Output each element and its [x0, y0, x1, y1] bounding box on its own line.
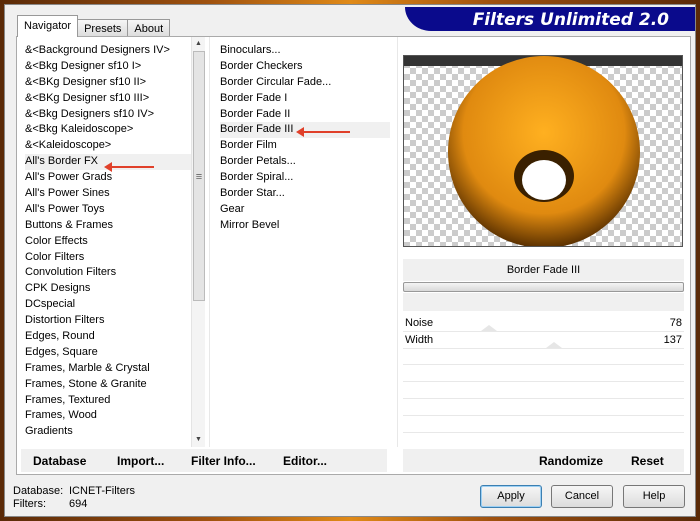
editor-button[interactable]: Editor... [283, 454, 327, 468]
empty-param-row [403, 417, 684, 433]
category-item[interactable]: Edges, Square [25, 345, 195, 361]
scroll-up-icon[interactable]: ▲ [192, 37, 205, 51]
param-header-gap [403, 293, 684, 311]
param-width-slider[interactable]: Width 137 [403, 332, 684, 349]
filters-label: Filters: [13, 498, 46, 510]
slider-thumb[interactable] [545, 342, 562, 348]
tab-presets[interactable]: Presets [77, 19, 129, 37]
param-value: 78 [669, 317, 682, 329]
tab-about[interactable]: About [127, 19, 171, 37]
filter-item[interactable]: Border Checkers [220, 59, 390, 75]
category-item[interactable]: &<Kaleidoscope> [25, 138, 195, 154]
slider-thumb[interactable] [480, 325, 497, 331]
filter-item[interactable]: Border Film [220, 138, 390, 154]
reset-button[interactable]: Reset [631, 454, 664, 468]
filter-item[interactable]: Gear [220, 202, 390, 218]
category-item[interactable]: Gradients [25, 424, 195, 440]
navigator-panel: &<Background Designers IV> &<Bkg Designer… [16, 36, 691, 475]
help-button[interactable]: Help [623, 485, 685, 508]
category-item[interactable]: Frames, Wood [25, 408, 195, 424]
param-label: Noise [405, 317, 434, 329]
app-logo-title: Filters Unlimited 2.0 [405, 7, 695, 31]
scroll-thumb[interactable]: ≡ [193, 51, 205, 301]
filter-item[interactable]: Border Star... [220, 186, 390, 202]
filter-item[interactable]: Border Fade I [220, 91, 390, 107]
category-item[interactable]: &<Bkg Kaleidoscope> [25, 122, 195, 138]
param-label: Width [405, 334, 434, 346]
filter-item[interactable]: Mirror Bevel [220, 218, 390, 234]
category-item[interactable]: All's Power Toys [25, 202, 195, 218]
empty-param-row [403, 383, 684, 399]
filters-unlimited-dialog: Navigator Presets About Filters Unlimite… [4, 4, 696, 517]
category-item[interactable]: Buttons & Frames [25, 218, 195, 234]
category-scrollbar[interactable]: ▲ ≡ ▼ [191, 37, 205, 447]
category-item[interactable]: Frames, Marble & Crystal [25, 361, 195, 377]
database-value: ICNET-Filters [69, 485, 135, 497]
filter-item[interactable]: Border Petals... [220, 154, 390, 170]
empty-param-row [403, 400, 684, 416]
database-label: Database: [13, 485, 64, 497]
category-item[interactable]: &<Background Designers IV> [25, 43, 195, 59]
cancel-button[interactable]: Cancel [551, 485, 613, 508]
red-arrow-annotation [296, 127, 350, 137]
category-item[interactable]: Color Filters [25, 250, 195, 266]
preview-image [404, 56, 682, 246]
category-item[interactable]: DCspecial [25, 297, 195, 313]
params-button-bar: Randomize Reset [403, 449, 684, 472]
scroll-down-icon[interactable]: ▼ [192, 433, 205, 447]
category-item[interactable]: &<Bkg Designers sf10 IV> [25, 107, 195, 123]
filter-item[interactable]: Binoculars... [220, 43, 390, 59]
category-item[interactable]: &<BKg Designer sf10 III> [25, 91, 195, 107]
category-item[interactable]: All's Power Grads [25, 170, 195, 186]
randomize-button[interactable]: Randomize [539, 454, 603, 468]
category-item[interactable]: All's Power Sines [25, 186, 195, 202]
apply-button[interactable]: Apply [480, 485, 542, 508]
progress-bar [403, 282, 684, 292]
red-arrow-annotation [104, 162, 154, 172]
category-item[interactable]: Frames, Textured [25, 393, 195, 409]
selected-filter-name: Border Fade III [403, 259, 684, 281]
category-item[interactable]: &<Bkg Designer sf10 I> [25, 59, 195, 75]
param-value: 137 [663, 334, 682, 346]
param-noise-slider[interactable]: Noise 78 [403, 315, 684, 332]
empty-param-row [403, 349, 684, 365]
import-button[interactable]: Import... [117, 454, 164, 468]
filters-count: 694 [69, 498, 88, 510]
filter-list[interactable]: Binoculars... Border Checkers Border Circu… [220, 43, 390, 234]
filter-item[interactable]: Border Fade II [220, 107, 390, 123]
category-item[interactable]: Edges, Round [25, 329, 195, 345]
status-info: Database: ICNET-Filters Filters: 694 [13, 485, 135, 511]
database-button[interactable]: Database [33, 454, 86, 468]
filter-info-button[interactable]: Filter Info... [191, 454, 256, 468]
category-item[interactable]: Color Effects [25, 234, 195, 250]
category-item[interactable]: CPK Designs [25, 281, 195, 297]
tab-strip: Navigator Presets About [17, 15, 171, 37]
category-item[interactable]: &<BKg Designer sf10 II> [25, 75, 195, 91]
category-item[interactable]: Convolution Filters [25, 265, 195, 281]
category-item[interactable]: Frames, Stone & Granite [25, 377, 195, 393]
navigator-button-bar: Database Import... Filter Info... Editor… [21, 449, 387, 472]
filter-item[interactable]: Border Circular Fade... [220, 75, 390, 91]
divider [209, 37, 210, 447]
category-item[interactable]: Distortion Filters [25, 313, 195, 329]
divider [397, 37, 398, 447]
filter-preview [403, 55, 683, 247]
tab-navigator[interactable]: Navigator [17, 15, 79, 37]
filter-item[interactable]: Border Spiral... [220, 170, 390, 186]
category-list[interactable]: &<Background Designers IV> &<Bkg Designer… [25, 43, 195, 440]
empty-param-row [403, 366, 684, 382]
